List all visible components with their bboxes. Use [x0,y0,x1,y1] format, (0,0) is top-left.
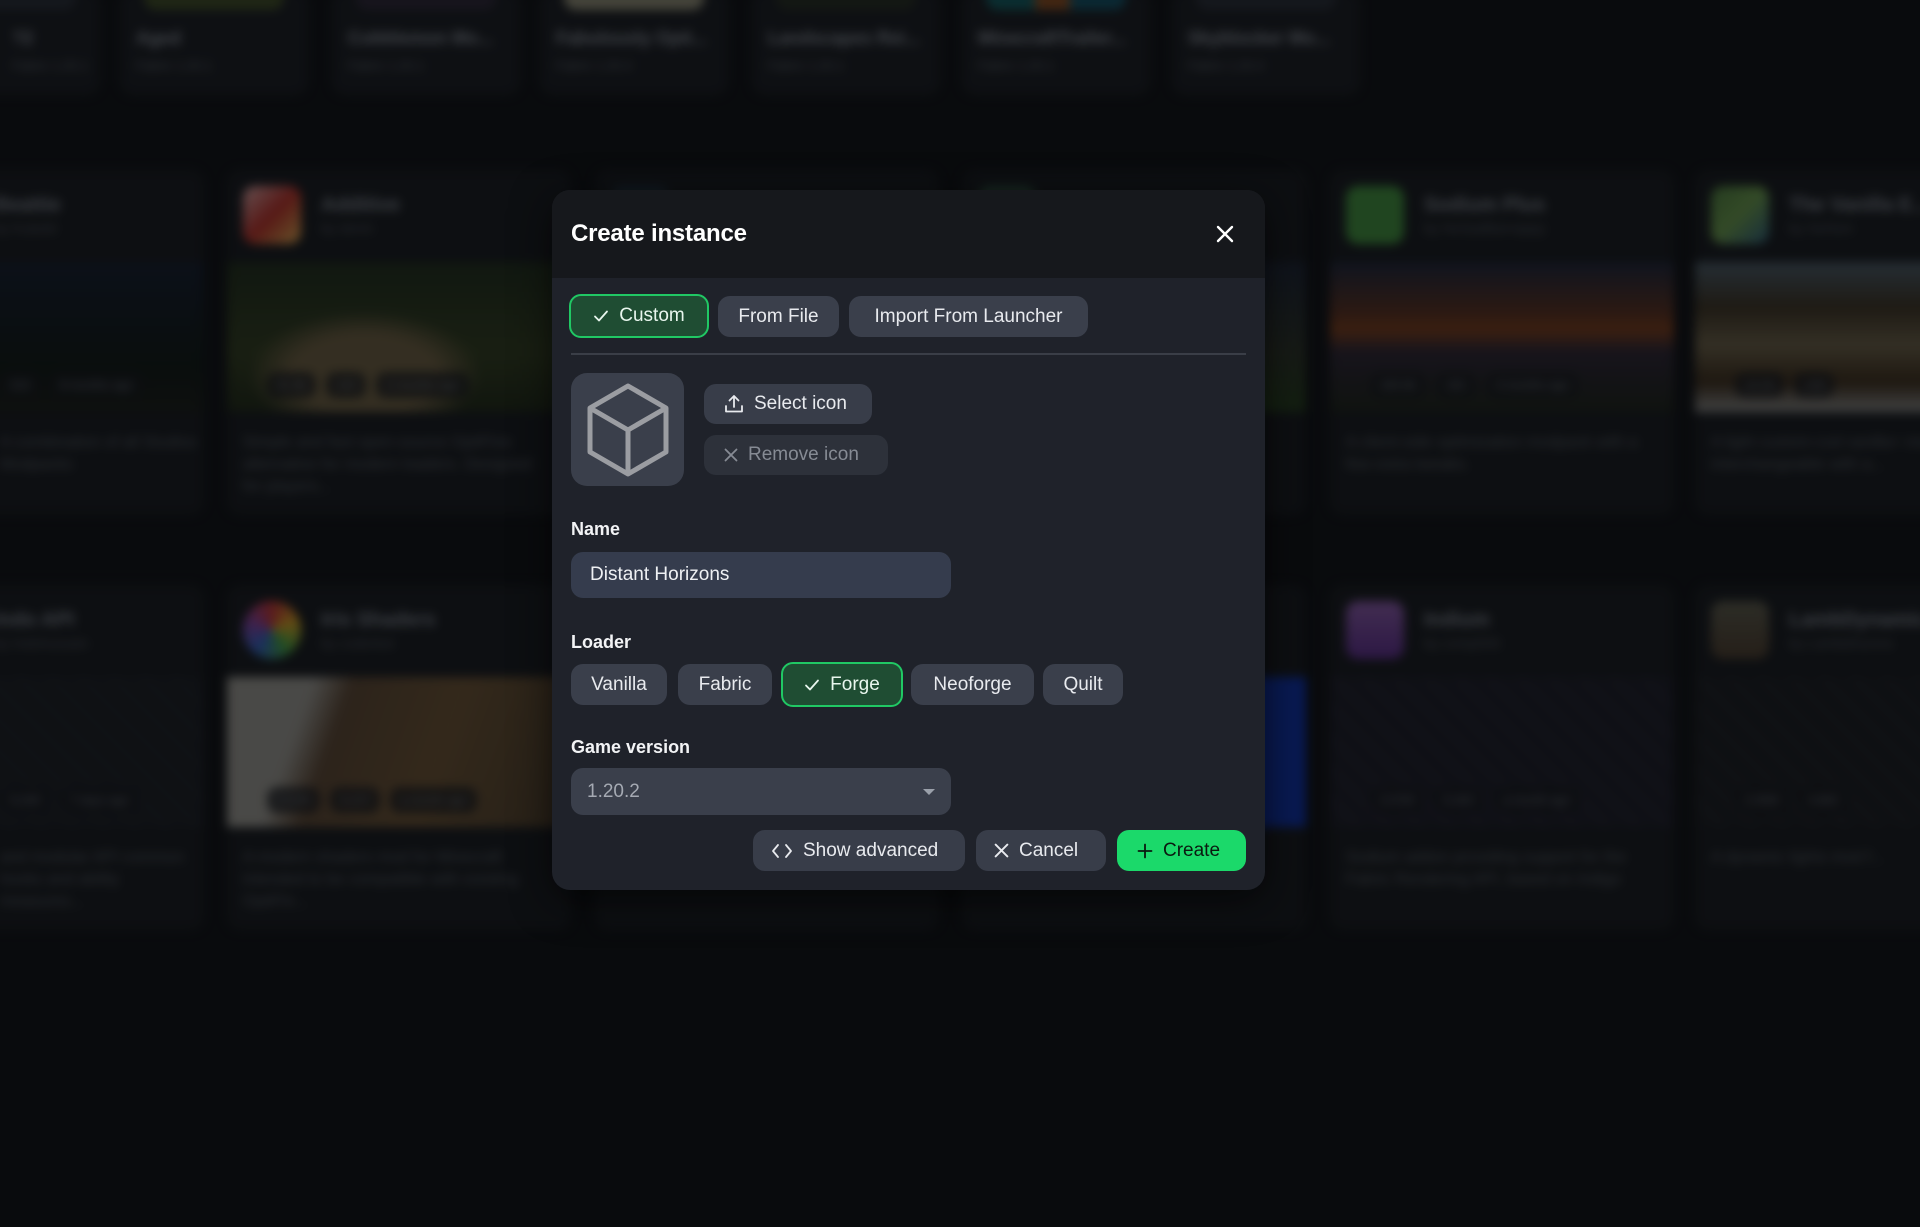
loader-forge-label: Forge [830,673,880,695]
modal-header: Create instance [552,190,1265,278]
caret-down-icon [923,788,935,795]
name-input[interactable] [571,552,951,598]
instance-icon-preview [571,373,684,486]
tab-custom[interactable]: Custom [569,294,709,338]
cube-icon [587,383,668,476]
show-advanced-button[interactable]: Show advanced [753,830,965,871]
remove-icon-button[interactable]: Remove icon [704,435,888,475]
close-button[interactable] [1211,220,1239,248]
tab-from-file[interactable]: From File [718,296,839,337]
loader-quilt-label: Quilt [1063,673,1103,695]
close-icon [1216,225,1234,243]
tabs-divider [571,353,1246,355]
check-icon [594,310,609,322]
select-icon-label: Select icon [754,393,847,414]
create-label: Create [1163,839,1221,861]
plus-icon [1137,843,1153,858]
loader-quilt[interactable]: Quilt [1043,664,1123,705]
loader-neoforge-label: Neoforge [933,673,1012,695]
tab-custom-label: Custom [619,305,685,326]
cancel-label: Cancel [1019,839,1079,861]
name-label: Name [571,519,621,539]
upload-icon [725,395,743,413]
loader-forge[interactable]: Forge [781,662,903,707]
loader-fabric[interactable]: Fabric [678,664,772,705]
x-icon [994,843,1009,858]
x-icon [724,448,738,462]
tab-import-from-launcher[interactable]: Import From Launcher [849,296,1088,337]
loader-neoforge[interactable]: Neoforge [911,664,1034,705]
loader-vanilla-label: Vanilla [591,673,647,695]
game-version-select[interactable]: 1.20.2 [571,768,951,815]
game-version-value: 1.20.2 [587,780,640,802]
create-button[interactable]: Create [1117,830,1246,871]
create-instance-modal: Create instance Custom From File Import … [552,190,1265,890]
loader-vanilla[interactable]: Vanilla [571,664,667,705]
check-icon [805,679,820,690]
loader-label: Loader [571,632,632,652]
tab-from-file-label: From File [738,305,819,327]
tab-import-label: Import From Launcher [874,305,1063,327]
loader-fabric-label: Fabric [698,673,752,695]
remove-icon-label: Remove icon [748,444,859,465]
select-icon-button[interactable]: Select icon [704,384,872,424]
modal-title: Create instance [571,220,747,247]
cancel-button[interactable]: Cancel [976,830,1106,871]
code-icon [772,843,792,858]
game-version-label: Game version [571,737,691,757]
show-advanced-label: Show advanced [803,839,939,861]
